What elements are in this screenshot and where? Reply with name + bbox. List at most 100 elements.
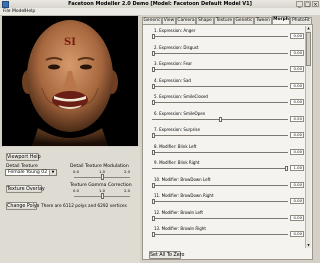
morph-parameter-row: 12. Modifier: BrowIn Left 0.00 — [144, 210, 304, 221]
parameter-slider[interactable] — [152, 135, 288, 136]
morph-parameter-row: 8. Modifier: Blink Left 0.00 — [144, 144, 304, 155]
morph-parameter-row: 4. Expression: Sad 0.00 — [144, 78, 304, 89]
parameter-label: 1. Expression: Anger — [154, 28, 196, 33]
parameter-label: 8. Modifier: Blink Left — [154, 143, 197, 149]
parameter-slider-thumb[interactable] — [285, 166, 288, 171]
close-button[interactable]: × — [312, 1, 319, 8]
parameter-slider-thumb[interactable] — [152, 34, 155, 39]
minimize-button[interactable]: _ — [296, 1, 303, 8]
tab-tween[interactable]: Tween — [254, 17, 272, 24]
change-polys-button[interactable]: Change Polys — [6, 202, 39, 210]
parameter-slider-thumb[interactable] — [152, 199, 155, 204]
parameter-label: 7. Expression: Surprise — [154, 127, 200, 132]
detail-texture-value: Female Young 02 — [8, 170, 48, 175]
set-all-to-zero-button[interactable]: Set All To Zero — [149, 251, 185, 259]
scroll-down-icon[interactable]: ▼ — [306, 243, 311, 248]
morph-parameter-row: 9. Modifier: Blink Right 1.00 — [144, 160, 304, 171]
parameter-value-field[interactable]: 0.00 — [290, 49, 304, 56]
vertical-scrollbar[interactable]: ▲ ▼ — [305, 26, 311, 248]
texture-overlay-button[interactable]: Texture Overlay — [6, 185, 45, 193]
parameter-slider-thumb[interactable] — [218, 116, 222, 122]
modulation-tick-min: 0.0 — [73, 169, 80, 174]
parameter-slider-thumb[interactable] — [152, 83, 155, 89]
morph-tab-content: 1. Expression: Anger 0.00 2. Expression: D… — [142, 24, 313, 260]
tab-morph[interactable]: Morph — [272, 16, 290, 24]
parameter-label: 3. Expression: Fear — [154, 61, 193, 66]
tab-genetic[interactable]: Genetic — [234, 17, 254, 24]
parameter-label: 13. Modifier: BrowIn Right — [154, 226, 206, 231]
parameter-label: 4. Expression: Sad — [154, 77, 191, 83]
parameter-value-field[interactable]: 0.00 — [290, 181, 304, 188]
tab-photofit[interactable]: PhotoFit — [290, 17, 312, 24]
tab-view[interactable]: View — [162, 17, 176, 24]
morph-parameter-row: 11. Modifier: BrowDown Right 0.00 — [144, 193, 304, 204]
parameter-value-field[interactable]: 0.00 — [290, 82, 304, 89]
parameter-label: 9. Modifier: Blink Right — [154, 160, 200, 165]
face-render: SI — [2, 16, 138, 146]
parameter-slider[interactable] — [152, 85, 288, 87]
menu-file[interactable]: File — [3, 9, 11, 14]
scroll-up-icon[interactable]: ▲ — [306, 26, 311, 31]
forehead-mark: SI — [64, 37, 76, 48]
left-control-panel: Viewport Help Detail Texture Female Youn… — [0, 147, 140, 263]
tab-generic[interactable]: Generic — [142, 17, 162, 24]
gamma-tick-max: 2.0 — [124, 188, 131, 193]
parameter-slider[interactable] — [152, 184, 288, 186]
tab-bar: Generic View Camera Shape Texture Geneti… — [142, 16, 320, 24]
parameter-value-field[interactable]: 0.00 — [290, 132, 304, 138]
parameter-value-field[interactable]: 0.00 — [290, 214, 304, 221]
parameter-slider[interactable] — [152, 102, 288, 103]
parameter-slider[interactable] — [152, 69, 288, 70]
morph-parameter-row: 7. Expression: Surprise 0.00 — [144, 127, 304, 138]
gamma-correction-thumb[interactable] — [100, 193, 104, 199]
tab-texture[interactable]: Texture — [214, 17, 234, 24]
parameter-slider[interactable] — [152, 52, 288, 54]
window-title: Facetoon Modeller 2.0 Demo [Model: Facet… — [68, 1, 252, 7]
parameter-slider-thumb[interactable] — [152, 67, 155, 72]
parameter-value-field[interactable]: 1.00 — [290, 165, 304, 171]
morph-parameter-row: 3. Expression: Fear 0.00 — [144, 61, 304, 72]
chevron-down-icon: ▼ — [49, 170, 56, 175]
maximize-button[interactable]: □ — [304, 1, 311, 8]
gamma-tick-min: 0.0 — [73, 188, 80, 193]
morph-parameter-row: 10. Modifier: BrowDown Left 0.00 — [144, 177, 304, 188]
menu-model[interactable]: Model — [12, 9, 26, 14]
modulation-tick-max: 2.0 — [124, 169, 131, 174]
morph-parameter-list: 1. Expression: Anger 0.00 2. Expression: D… — [144, 26, 306, 248]
morph-parameter-row: 6. Expression: SmileOpen 0.50 — [144, 111, 304, 122]
parameter-value-field[interactable]: 0.00 — [290, 231, 304, 237]
scrollbar-thumb[interactable] — [306, 32, 311, 66]
parameter-slider[interactable] — [152, 217, 288, 219]
parameter-slider[interactable] — [152, 234, 288, 235]
parameter-slider-thumb[interactable] — [152, 232, 155, 237]
parameter-slider-thumb[interactable] — [152, 50, 155, 56]
tab-shape[interactable]: Shape — [196, 17, 214, 24]
3d-viewport[interactable]: SI — [2, 16, 138, 146]
morph-parameter-row: 13. Modifier: BrowIn Right 0.00 — [144, 226, 304, 237]
parameter-slider-thumb[interactable] — [152, 133, 155, 138]
parameter-value-field[interactable]: 0.00 — [290, 198, 304, 204]
parameter-slider-thumb[interactable] — [152, 100, 155, 105]
parameter-slider-thumb[interactable] — [152, 215, 155, 221]
morph-parameter-row: 1. Expression: Anger 0.00 — [144, 28, 304, 39]
parameter-slider-thumb[interactable] — [152, 182, 155, 188]
parameter-slider-thumb[interactable] — [152, 149, 155, 155]
parameter-slider[interactable] — [152, 151, 288, 153]
detail-modulation-thumb[interactable] — [100, 174, 104, 180]
menu-help[interactable]: Help — [25, 9, 35, 14]
parameter-label: 6. Expression: SmileOpen — [154, 110, 206, 116]
parameter-value-field[interactable]: 0.00 — [290, 148, 304, 155]
parameter-value-field[interactable]: 0.00 — [290, 66, 304, 72]
parameter-label: 12. Modifier: BrowIn Left — [154, 209, 203, 215]
parameter-slider[interactable] — [152, 201, 288, 202]
viewport-help-button[interactable]: Viewport Help — [6, 153, 41, 161]
parameter-value-field[interactable]: 0.00 — [290, 99, 304, 105]
detail-texture-select[interactable]: Female Young 02 ▼ — [5, 169, 57, 176]
parameter-label: 5. Expression: SmileClosed — [154, 94, 208, 99]
parameter-value-field[interactable]: 0.00 — [290, 33, 304, 39]
parameter-value-field[interactable]: 0.50 — [290, 115, 304, 122]
tab-camera[interactable]: Camera — [176, 17, 196, 24]
parameter-slider[interactable] — [152, 36, 288, 37]
parameter-slider[interactable] — [152, 168, 288, 169]
right-panel: Generic View Camera Shape Texture Geneti… — [140, 15, 320, 263]
